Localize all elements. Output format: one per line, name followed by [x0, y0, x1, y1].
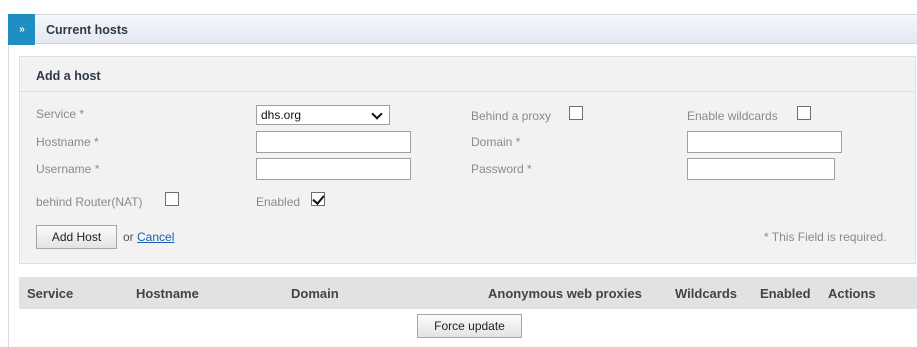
- enabled-checkbox[interactable]: [311, 192, 325, 206]
- cancel-link[interactable]: Cancel: [137, 230, 174, 244]
- service-label: Service *: [36, 107, 85, 121]
- chevron-down-icon: [371, 108, 383, 120]
- behind-proxy-label: Behind a proxy: [471, 109, 552, 123]
- column-header-service[interactable]: Service: [27, 286, 73, 301]
- required-note: * This Field is required.: [764, 230, 887, 244]
- or-text: or Cancel: [123, 230, 174, 244]
- force-update-button[interactable]: Force update: [417, 314, 522, 338]
- password-input[interactable]: [687, 158, 835, 180]
- or-label: or: [123, 230, 134, 244]
- service-select[interactable]: dhs.org: [256, 105, 390, 125]
- page-left-border: [8, 14, 9, 347]
- column-header-domain[interactable]: Domain: [291, 286, 339, 301]
- domain-input[interactable]: [687, 131, 842, 153]
- hostname-label: Hostname *: [36, 135, 99, 149]
- username-label: Username *: [36, 162, 100, 176]
- column-header-enabled[interactable]: Enabled: [760, 286, 811, 301]
- section-header: » Current hosts: [8, 14, 917, 45]
- hostname-input[interactable]: [256, 131, 411, 153]
- section-title: Current hosts: [46, 23, 128, 37]
- panel-title: Add a host: [36, 69, 101, 83]
- add-host-button[interactable]: Add Host: [36, 225, 117, 249]
- password-label: Password *: [471, 162, 532, 176]
- add-host-panel: Add a host Service * dhs.org Behind a pr…: [19, 56, 916, 264]
- collapse-toggle-icon[interactable]: »: [8, 14, 35, 45]
- column-header-actions[interactable]: Actions: [828, 286, 876, 301]
- hosts-table-header: Service Hostname Domain Anonymous web pr…: [19, 277, 917, 309]
- service-select-value: dhs.org: [261, 108, 302, 122]
- enabled-label: Enabled: [256, 195, 301, 209]
- domain-label: Domain *: [471, 135, 521, 149]
- enable-wildcards-label: Enable wildcards: [687, 109, 778, 123]
- column-header-anonymous-web-proxies[interactable]: Anonymous web proxies: [488, 286, 642, 301]
- panel-divider: [20, 91, 915, 92]
- behind-router-label: behind Router(NAT): [36, 195, 143, 209]
- enable-wildcards-checkbox[interactable]: [797, 106, 811, 120]
- column-header-hostname[interactable]: Hostname: [136, 286, 199, 301]
- behind-router-checkbox[interactable]: [165, 192, 179, 206]
- column-header-wildcards[interactable]: Wildcards: [675, 286, 737, 301]
- behind-proxy-checkbox[interactable]: [569, 106, 583, 120]
- username-input[interactable]: [256, 158, 411, 180]
